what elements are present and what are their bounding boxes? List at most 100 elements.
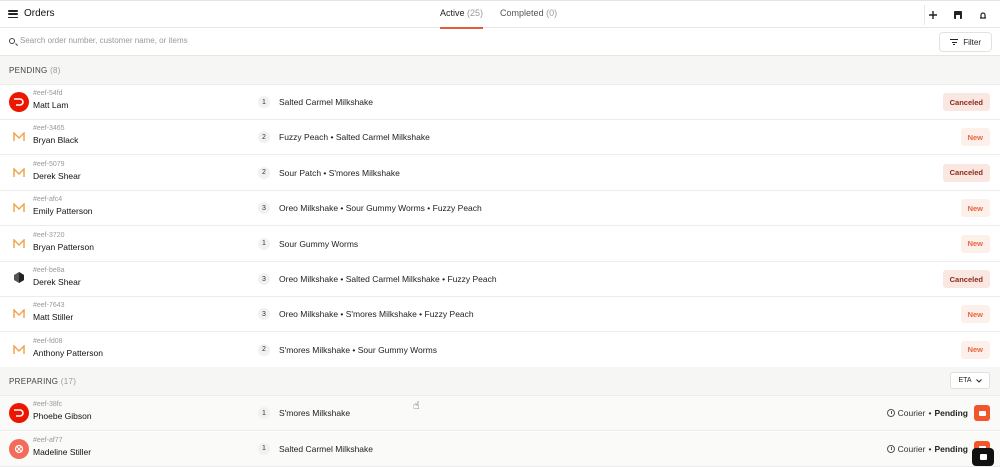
search-icon [9, 38, 15, 44]
order-row[interactable]: #eef-38fc Phoebe Gibson 1 S'mores Milkshake… [0, 396, 1000, 431]
order-id: #eef-7643 [33, 302, 65, 310]
order-id: #eef-54fd [33, 90, 63, 97]
section-count: (17) [60, 377, 77, 386]
notification-button[interactable] [974, 6, 992, 24]
menu-logo-icon [9, 234, 29, 254]
section-title-text: PREPARING [9, 377, 59, 386]
customer-name: Matt Lam [33, 100, 69, 110]
item-count: 3 [258, 202, 270, 215]
courier-status: Courier • Pending [886, 408, 968, 418]
tab-completed-count: (0) [546, 8, 558, 18]
menu-logo-icon [9, 163, 29, 183]
tab-active-count: (25) [467, 8, 484, 18]
order-tabs: Active (25) Completed (0) [440, 1, 574, 29]
bag-button[interactable] [974, 405, 990, 421]
customer-name: Anthony Patterson [33, 347, 103, 358]
order-id: #eef-af77 [33, 436, 63, 444]
menu-logo-icon [9, 304, 29, 324]
menu-logo-icon [9, 198, 29, 218]
status-badge: New [960, 128, 990, 147]
tab-active[interactable]: Active (25) [440, 1, 484, 29]
order-id: #eef-38fc [33, 401, 63, 408]
customer-name: Madeline Stiller [33, 446, 92, 457]
doordash-logo-icon [9, 92, 29, 112]
item-count: 1 [258, 237, 270, 250]
order-items: S'mores Milkshake [279, 408, 351, 418]
order-items: Oreo Milkshake • S'mores Milkshake • Fuz… [279, 309, 474, 320]
status-badge: Canceled [942, 163, 990, 182]
status-badge: New [960, 234, 990, 253]
clock-icon [886, 409, 895, 417]
order-id: #eef-3720 [33, 231, 65, 239]
menu-logo-icon [9, 127, 29, 147]
search-input[interactable] [20, 36, 620, 45]
order-row[interactable]: #eef-be8a Derek Shear 3 Oreo Milkshake • Sa… [0, 262, 1000, 297]
separator-dot: • [928, 443, 932, 454]
chat-icon [979, 454, 987, 460]
section-preparing: PREPARING (17) ETA [0, 367, 1000, 396]
item-count: 2 [258, 131, 270, 144]
customer-name: Matt Stiller [33, 312, 74, 323]
customer-name: Derek Shear [33, 170, 81, 181]
order-row[interactable]: #eef-af77 Madeline Stiller 1 Salted Carmel … [0, 431, 1000, 467]
order-row[interactable]: #eef-54fd Matt Lam 1 Salted Carmel Milkshak… [0, 85, 1000, 120]
add-order-button[interactable] [924, 6, 942, 24]
courier-label: Courier [897, 443, 926, 454]
section-title: PREPARING (17) [9, 377, 76, 386]
tab-completed-label: Completed [500, 8, 544, 18]
order-items: Oreo Milkshake • Salted Carmel Milkshake… [279, 274, 497, 284]
notification-icon [980, 12, 986, 19]
filter-label: Filter [963, 37, 981, 47]
status-badge: Canceled [942, 93, 990, 111]
item-count: 1 [258, 96, 270, 108]
mouse-cursor-icon: ☝ [413, 400, 420, 412]
chat-button[interactable] [972, 448, 994, 466]
status-badge: New [960, 340, 990, 359]
customer-name: Bryan Black [33, 135, 79, 146]
order-items: S'mores Milkshake • Sour Gummy Worms [279, 344, 437, 355]
filter-button[interactable]: Filter [939, 32, 992, 52]
section-count: (8) [50, 66, 61, 75]
section-pending: PENDING (8) [0, 56, 1000, 85]
courier-label: Courier [897, 408, 926, 418]
hamburger-menu-icon[interactable] [8, 10, 18, 18]
courier-status-text: Pending [934, 408, 968, 418]
courier-status: Courier • Pending [886, 443, 968, 454]
separator-dot: • [928, 408, 932, 418]
section-title-text: PENDING [9, 66, 48, 75]
order-items: Sour Patch • S'mores Milkshake [279, 167, 400, 178]
top-bar: Orders Active (25) Completed (0) [0, 0, 1000, 29]
menu-logo-icon [9, 340, 29, 360]
customer-name: Phoebe Gibson [33, 411, 92, 421]
order-id: #eef-afc4 [33, 196, 63, 204]
status-badge: Canceled [942, 270, 990, 288]
order-row[interactable]: #eef-fd08 Anthony Patterson 2 S'mores Milks… [0, 332, 1000, 368]
header-actions [924, 6, 992, 24]
filter-icon [950, 39, 959, 45]
page-title: Orders [24, 8, 55, 19]
customer-name: Emily Patterson [33, 206, 93, 217]
order-items: Salted Carmel Milkshake [279, 443, 374, 454]
grubhub-logo-icon [9, 269, 29, 289]
store-icon [954, 11, 962, 19]
order-id: #eef-fd08 [33, 337, 63, 345]
status-badge: New [960, 199, 990, 218]
plus-icon [929, 11, 937, 19]
item-count: 1 [258, 407, 270, 419]
eta-sort-label: ETA [958, 377, 972, 384]
store-button[interactable] [949, 6, 967, 24]
order-row[interactable]: #eef-3465 Bryan Black 2 Fuzzy Peach • Salte… [0, 120, 1000, 156]
eta-sort-button[interactable]: ETA [950, 372, 990, 389]
order-row[interactable]: #eef-7643 Matt Stiller 3 Oreo Milkshake • S… [0, 297, 1000, 333]
order-row[interactable]: #eef-afc4 Emily Patterson 3 Oreo Milkshake … [0, 191, 1000, 227]
order-id: #eef-5079 [33, 160, 65, 168]
ubereats-logo-icon [9, 438, 29, 459]
item-count: 3 [258, 273, 270, 285]
tab-active-label: Active [440, 8, 465, 18]
bag-icon [978, 410, 986, 416]
item-count: 1 [258, 442, 270, 455]
order-items: Fuzzy Peach • Salted Carmel Milkshake [279, 132, 430, 143]
tab-completed[interactable]: Completed (0) [500, 1, 557, 29]
order-row[interactable]: #eef-5079 Derek Shear 2 Sour Patch • S'more… [0, 155, 1000, 191]
order-row[interactable]: #eef-3720 Bryan Patterson 1 Sour Gummy Worm… [0, 226, 1000, 262]
